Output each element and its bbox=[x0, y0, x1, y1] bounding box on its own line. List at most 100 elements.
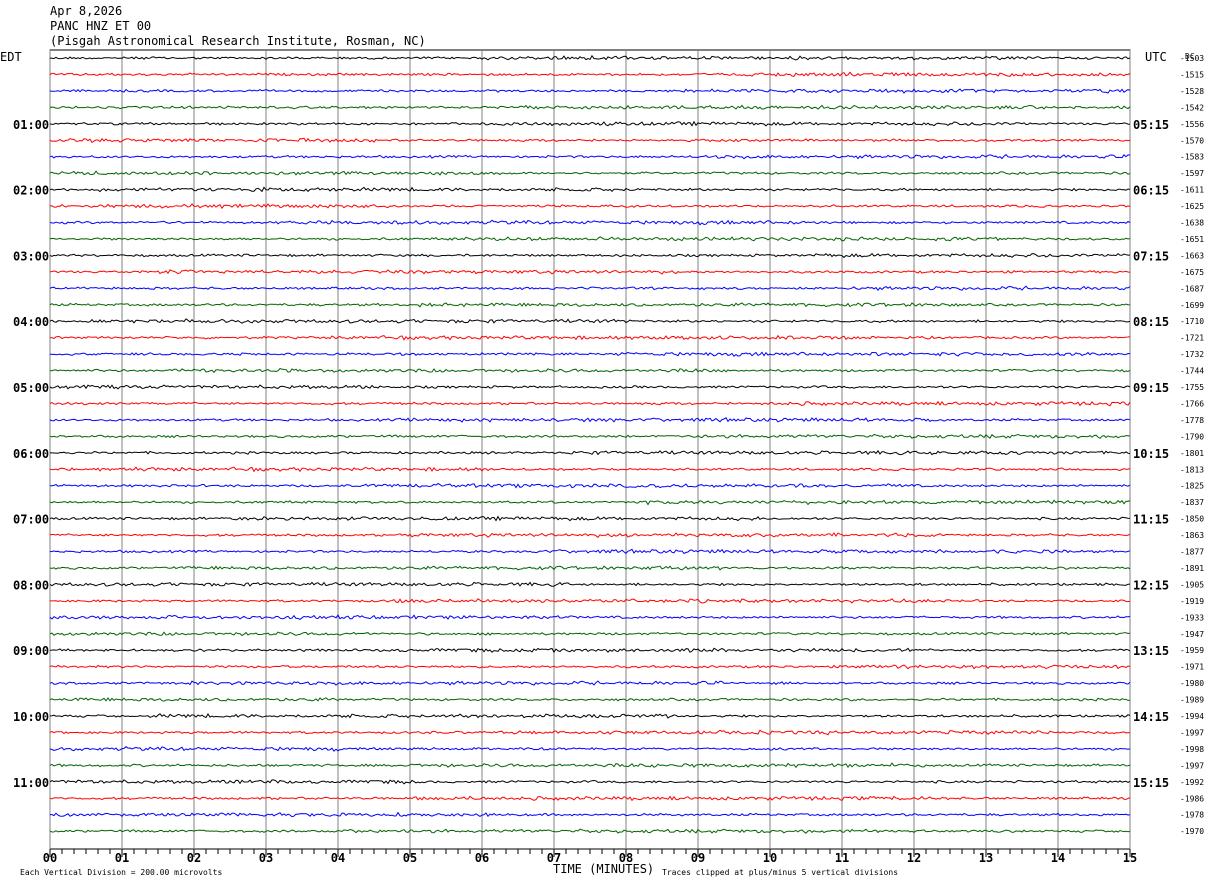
dc-offset-label: -1997 bbox=[1180, 728, 1204, 737]
seismic-trace bbox=[49, 400, 1131, 407]
x-tick-label: 00 bbox=[43, 851, 57, 865]
dc-offset-label: -1663 bbox=[1180, 251, 1204, 260]
dc-offset-label: -1528 bbox=[1180, 87, 1204, 96]
dc-offset-label: -1542 bbox=[1180, 103, 1204, 112]
dc-offset-label: -1801 bbox=[1180, 449, 1204, 458]
helicorder-chart: EDT UTC DC01:0002:0003:0004:0005:0006:0007… bbox=[0, 49, 1204, 877]
right-hour-label: 12:15 bbox=[1133, 578, 1169, 592]
seismic-trace bbox=[49, 762, 1131, 769]
trace-group bbox=[49, 54, 1131, 834]
dc-offset-label: -1997 bbox=[1180, 761, 1204, 770]
right-hour-label: 15:15 bbox=[1133, 776, 1169, 790]
dc-offset-label: -1790 bbox=[1180, 432, 1204, 441]
axis-labels: EDT UTC DC01:0002:0003:0004:0005:0006:0007… bbox=[0, 50, 1204, 877]
left-axis-title: EDT bbox=[0, 50, 22, 64]
seismic-trace bbox=[49, 104, 1131, 110]
seismic-trace bbox=[50, 482, 1131, 489]
dc-offset-label: -1970 bbox=[1180, 827, 1204, 836]
seismic-trace bbox=[49, 713, 1131, 719]
right-hour-label: 06:15 bbox=[1133, 184, 1169, 198]
seismic-trace bbox=[49, 203, 1131, 210]
seismic-trace bbox=[49, 466, 1131, 473]
right-hour-label: 07:15 bbox=[1133, 249, 1169, 263]
x-tick-label: 05 bbox=[403, 851, 417, 865]
x-tick-label: 03 bbox=[259, 851, 273, 865]
right-hour-label: 13:15 bbox=[1133, 644, 1169, 658]
dc-offset-label: -1947 bbox=[1180, 630, 1204, 639]
left-hour-label: 03:00 bbox=[13, 249, 49, 263]
left-hour-label: 06:00 bbox=[13, 447, 49, 461]
dc-offset-label: -1905 bbox=[1180, 580, 1204, 589]
right-hour-label: 11:15 bbox=[1133, 513, 1169, 527]
dc-offset-label: -1863 bbox=[1180, 531, 1204, 540]
left-hour-label: 02:00 bbox=[13, 184, 49, 198]
dc-offset-label: -1959 bbox=[1180, 646, 1204, 655]
seismic-trace bbox=[49, 631, 1131, 637]
dc-offset-label: -1998 bbox=[1180, 745, 1204, 754]
seismic-trace bbox=[49, 236, 1131, 242]
dc-offset-label: -1992 bbox=[1180, 778, 1204, 787]
dc-offset-label: -1919 bbox=[1180, 597, 1204, 606]
left-hour-label: 05:00 bbox=[13, 381, 49, 395]
seismic-trace bbox=[49, 120, 1131, 127]
dc-offset-label: -1675 bbox=[1180, 268, 1204, 277]
dc-offset-label: -1597 bbox=[1180, 169, 1204, 178]
dc-offset-label: -1611 bbox=[1180, 186, 1204, 195]
seismic-trace bbox=[49, 795, 1131, 802]
seismic-trace bbox=[49, 697, 1131, 702]
seismic-trace bbox=[49, 532, 1131, 538]
dc-offset-label: -1503 bbox=[1180, 54, 1204, 63]
seismic-trace bbox=[49, 449, 1131, 456]
dc-offset-label: -1721 bbox=[1180, 334, 1204, 343]
seismic-trace bbox=[49, 515, 1131, 522]
left-hour-label: 01:00 bbox=[13, 118, 49, 132]
seismic-trace bbox=[49, 219, 1131, 226]
clip-note: Traces clipped at plus/minus 5 vertical … bbox=[662, 868, 898, 877]
seismic-trace bbox=[49, 318, 1131, 324]
dc-offset-label: -1638 bbox=[1180, 219, 1204, 228]
seismic-trace bbox=[49, 548, 1131, 555]
x-tick-label: 14 bbox=[1051, 851, 1065, 865]
dc-offset-label: -1813 bbox=[1180, 465, 1204, 474]
seismic-trace bbox=[49, 285, 1131, 292]
seismic-trace bbox=[49, 137, 1131, 144]
x-tick-label: 13 bbox=[979, 851, 993, 865]
dc-offset-label: -1850 bbox=[1180, 515, 1204, 524]
dc-offset-label: -1744 bbox=[1180, 367, 1204, 376]
dc-offset-label: -1687 bbox=[1180, 284, 1204, 293]
dc-offset-label: -1933 bbox=[1180, 613, 1204, 622]
dc-offset-label: -1980 bbox=[1180, 679, 1204, 688]
dc-offset-label: -1891 bbox=[1180, 564, 1204, 573]
seismic-trace bbox=[49, 433, 1131, 440]
seismic-trace bbox=[49, 746, 1131, 752]
dc-offset-label: -1766 bbox=[1180, 399, 1204, 408]
x-tick-label: 11 bbox=[835, 851, 849, 865]
seismic-trace bbox=[49, 499, 1131, 506]
seismic-trace bbox=[49, 269, 1131, 275]
dc-offset-label: -1625 bbox=[1180, 202, 1204, 211]
seismic-trace bbox=[49, 614, 1131, 620]
x-tick-label: 04 bbox=[331, 851, 345, 865]
seismic-trace bbox=[49, 811, 1131, 818]
left-hour-label: 04:00 bbox=[13, 315, 49, 329]
dc-offset-label: -1699 bbox=[1180, 301, 1204, 310]
seismic-trace bbox=[49, 664, 1131, 670]
dc-offset-label: -1732 bbox=[1180, 350, 1204, 359]
seismic-trace bbox=[49, 828, 1131, 834]
seismic-trace bbox=[49, 416, 1131, 423]
left-hour-label: 09:00 bbox=[13, 644, 49, 658]
seismic-trace bbox=[49, 153, 1131, 160]
dc-offset-label: -1651 bbox=[1180, 235, 1204, 244]
x-tick-label: 02 bbox=[187, 851, 201, 865]
seismic-trace bbox=[49, 368, 1131, 374]
seismic-trace bbox=[49, 88, 1131, 94]
seismic-trace bbox=[49, 565, 1131, 571]
seismic-trace bbox=[49, 581, 1131, 587]
seismic-trace bbox=[49, 680, 1131, 686]
scale-note: Each Vertical Division = 200.00 microvol… bbox=[20, 868, 222, 877]
seismic-trace bbox=[49, 302, 1131, 308]
dc-offset-label: -1755 bbox=[1180, 383, 1204, 392]
seismic-trace bbox=[49, 351, 1131, 358]
seismic-trace bbox=[49, 170, 1131, 176]
left-hour-label: 11:00 bbox=[13, 776, 49, 790]
